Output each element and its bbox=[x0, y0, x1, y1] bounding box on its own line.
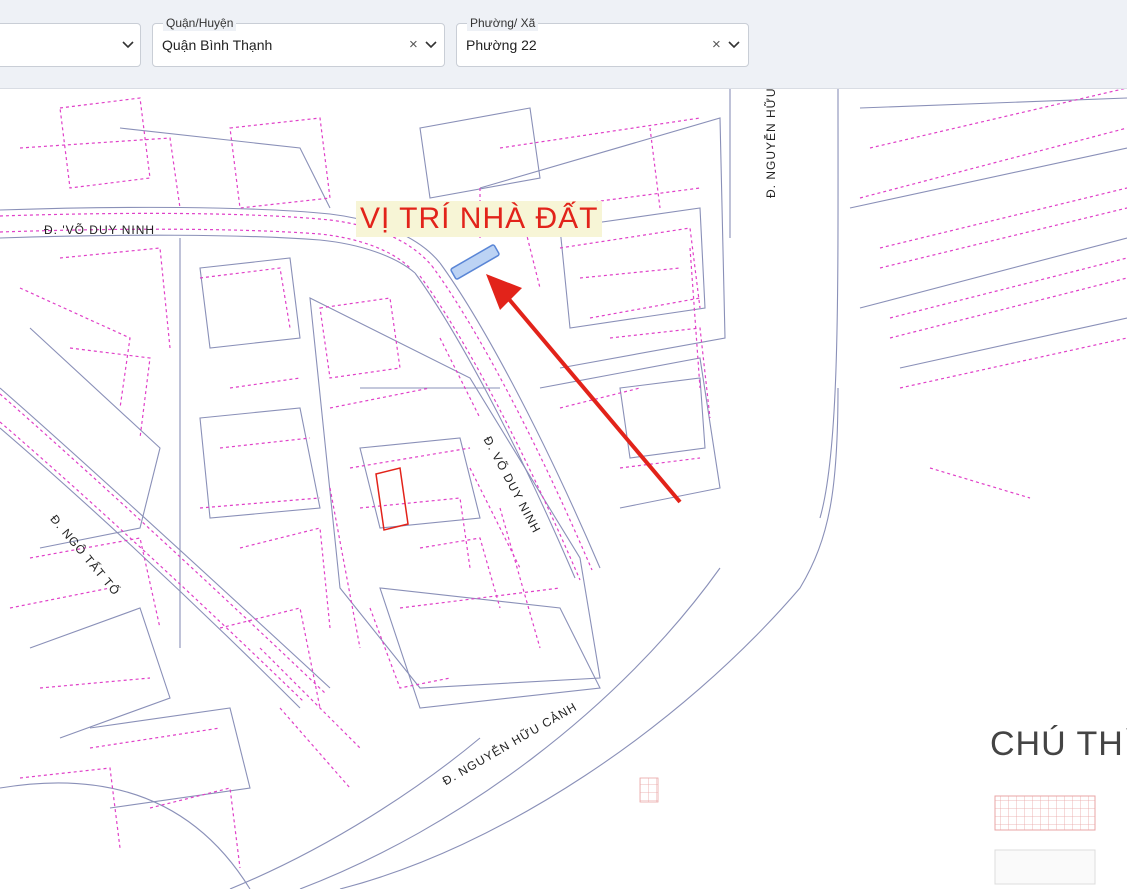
legend-title: CHÚ THÍC bbox=[990, 725, 1127, 763]
province-select[interactable] bbox=[0, 23, 141, 67]
property-marker bbox=[450, 244, 500, 280]
ward-select[interactable]: Phường/ Xã Phường 22 × bbox=[456, 15, 749, 67]
filter-bar: Quận/Huyện Quận Bình Thạnh × Phường/ Xã … bbox=[0, 0, 1127, 89]
legend-sample-plain bbox=[994, 849, 1096, 885]
small-hatched-parcel bbox=[639, 777, 659, 803]
chevron-down-icon[interactable] bbox=[121, 38, 135, 52]
clear-district-icon[interactable]: × bbox=[409, 36, 418, 54]
chevron-down-icon[interactable] bbox=[424, 38, 438, 52]
legend-sample-hatched bbox=[994, 795, 1096, 831]
ward-value: Phường 22 bbox=[466, 37, 537, 53]
district-select[interactable]: Quận/Huyện Quận Bình Thạnh × bbox=[152, 15, 445, 67]
district-label: Quận/Huyện bbox=[163, 15, 237, 31]
cadastral-map[interactable]: Đ. 'VÕ DUY NINH Đ. VÕ DUY NINH Đ. NGÔ TẤ… bbox=[0, 88, 1127, 889]
street-label-nguyen-huu-canh-north: Đ. NGUYỄN HỮU C bbox=[764, 88, 778, 198]
district-value: Quận Bình Thạnh bbox=[162, 37, 273, 53]
clear-ward-icon[interactable]: × bbox=[712, 36, 721, 54]
ward-label: Phường/ Xã bbox=[467, 15, 539, 31]
property-location-title: VỊ TRÍ NHÀ ĐẤT bbox=[356, 201, 603, 237]
highlighted-parcel bbox=[375, 467, 409, 531]
chevron-down-icon[interactable] bbox=[727, 38, 741, 52]
street-label-vo-duy-ninh-west: Đ. 'VÕ DUY NINH bbox=[44, 223, 156, 237]
